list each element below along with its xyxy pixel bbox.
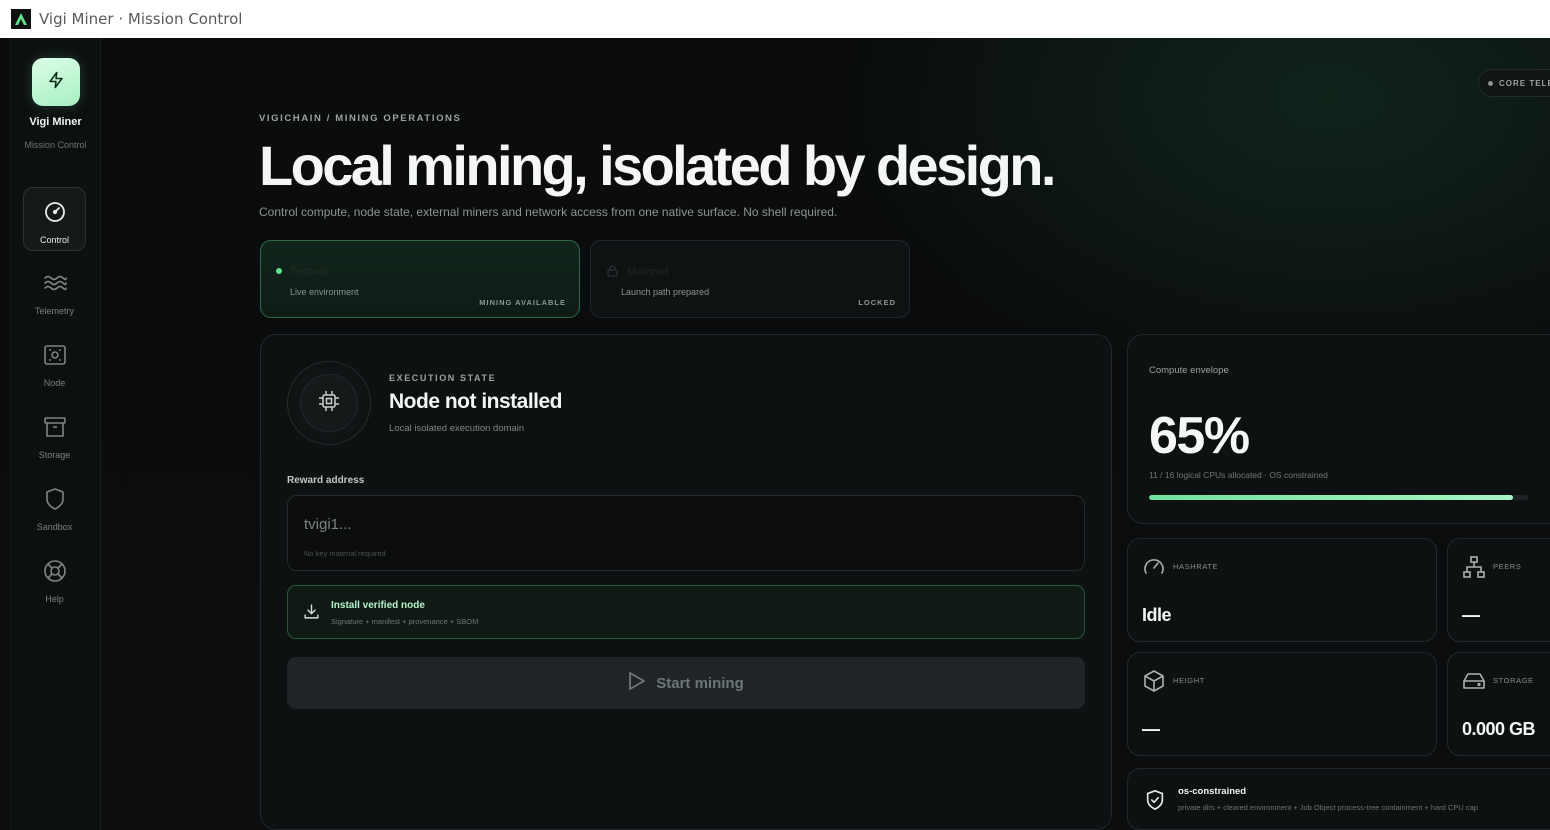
reward-address-field: No key material required: [287, 495, 1085, 571]
chip-badge: [300, 374, 358, 432]
brand: Vigi Miner Mission Control: [11, 58, 100, 150]
page-title: Local mining, isolated by design.: [259, 134, 1056, 197]
sidebar-item-control[interactable]: Control: [23, 187, 86, 251]
network-tree-icon: [1462, 555, 1486, 584]
compute-value: 65%: [1149, 407, 1250, 465]
sidebar-item-label: Node: [43, 378, 66, 388]
execution-title: Node not installed: [389, 390, 563, 413]
peers-card: PEERS —: [1447, 538, 1550, 642]
compute-progress-track: [1149, 495, 1528, 500]
compute-progress-fill: [1149, 495, 1513, 500]
hashrate-card: HASHRATE Idle: [1127, 538, 1437, 642]
core-telemetry-pill[interactable]: CORE TELEM: [1478, 69, 1550, 97]
sidebar-item-storage[interactable]: Storage: [23, 403, 86, 467]
app-logo-icon: [10, 8, 32, 30]
network-card-testnet[interactable]: Testnet Live environment MINING AVAILABL…: [260, 240, 580, 318]
install-node-title: Install verified node: [331, 600, 425, 611]
sidebar-item-sandbox[interactable]: Sandbox: [23, 475, 86, 539]
execution-subtitle: Local isolated execution domain: [389, 423, 525, 434]
sidebar-item-label: Storage: [38, 450, 71, 460]
compute-envelope-card: Compute envelope 65% 11 / 16 logical CPU…: [1127, 334, 1550, 524]
storage-label: STORAGE: [1493, 676, 1534, 685]
sandbox-policy-subtitle: private dirs + cleared environment + Job…: [1178, 803, 1478, 812]
network-card-mainnet[interactable]: Mainnet Launch path prepared LOCKED: [590, 240, 910, 318]
execution-eyebrow: EXECUTION STATE: [389, 373, 497, 383]
telemetry-pill-label: CORE TELEM: [1499, 78, 1550, 88]
reward-address-label: Reward address: [287, 475, 365, 486]
archive-icon: [43, 415, 67, 444]
start-mining-label: Start mining: [656, 674, 744, 692]
storage-card: STORAGE 0.000 GB: [1447, 652, 1550, 756]
height-value: —: [1142, 719, 1160, 739]
reward-address-input[interactable]: [304, 512, 1064, 536]
network-status: LOCKED: [858, 298, 896, 307]
brand-name: Vigi Miner: [29, 116, 82, 128]
compute-subtitle: 11 / 16 logical CPUs allocated · OS cons…: [1149, 470, 1328, 480]
network-name: Mainnet: [627, 266, 669, 278]
active-dot-icon: [276, 268, 282, 274]
cube-icon: [1142, 669, 1166, 698]
page-eyebrow: VIGICHAIN / MINING OPERATIONS: [259, 113, 462, 124]
sandbox-policy-card: os-constrained private dirs + cleared en…: [1127, 768, 1550, 830]
play-icon: [628, 671, 646, 696]
page-subtitle: Control compute, node state, external mi…: [259, 205, 838, 219]
hashrate-label: HASHRATE: [1173, 562, 1219, 571]
sidebar-item-label: Sandbox: [36, 522, 73, 532]
brand-logo[interactable]: [31, 58, 80, 106]
compute-label: Compute envelope: [1149, 365, 1229, 376]
sidebar: Vigi Miner Mission Control Control Telem…: [10, 38, 101, 830]
peers-value: —: [1462, 605, 1480, 625]
peers-label: PEERS: [1493, 562, 1522, 571]
network-description: Live environment: [290, 287, 359, 297]
height-label: HEIGHT: [1173, 676, 1205, 685]
network-status: MINING AVAILABLE: [479, 298, 566, 307]
shield-check-icon: [1144, 789, 1166, 816]
sidebar-item-help[interactable]: Help: [23, 547, 86, 611]
app-main: Vigi Miner Mission Control Control Telem…: [0, 38, 1550, 830]
install-node-subtitle: Signature + manifest + provenance + SBOM: [331, 617, 479, 626]
sidebar-item-label: Help: [45, 594, 64, 604]
brand-subtitle: Mission Control: [24, 140, 87, 150]
sidebar-item-label: Control: [39, 235, 69, 245]
execution-status-ring: [287, 361, 371, 445]
sidebar-item-label: Telemetry: [34, 306, 74, 316]
network-name: Testnet: [290, 266, 329, 278]
reward-address-hint: No key material required: [304, 549, 386, 558]
sidebar-item-node[interactable]: Node: [23, 331, 86, 395]
height-card: HEIGHT —: [1127, 652, 1437, 756]
download-icon: [303, 603, 320, 625]
network-description: Launch path prepared: [621, 287, 710, 297]
status-dot-icon: [1488, 80, 1493, 86]
shield-icon: [43, 487, 67, 516]
lifebuoy-icon: [43, 559, 67, 588]
gauge-icon: [43, 200, 67, 229]
speedometer-icon: [1142, 555, 1166, 584]
lightning-icon: [47, 71, 65, 94]
node-icon: [43, 343, 67, 372]
sandbox-policy-title: os-constrained: [1178, 786, 1247, 797]
cpu-chip-icon: [317, 389, 341, 418]
window-title: Vigi Miner · Mission Control: [39, 10, 243, 28]
sidebar-item-telemetry[interactable]: Telemetry: [23, 259, 86, 323]
window-titlebar: Vigi Miner · Mission Control: [0, 0, 1550, 38]
install-node-button[interactable]: Install verified node Signature + manife…: [287, 585, 1085, 639]
execution-panel: EXECUTION STATE Node not installed Local…: [260, 334, 1112, 830]
start-mining-button[interactable]: Start mining: [287, 657, 1085, 709]
lock-icon: [607, 264, 618, 282]
waves-icon: [43, 271, 67, 300]
storage-value: 0.000 GB: [1462, 719, 1536, 739]
hard-drive-icon: [1462, 669, 1486, 698]
hashrate-value: Idle: [1142, 605, 1172, 625]
